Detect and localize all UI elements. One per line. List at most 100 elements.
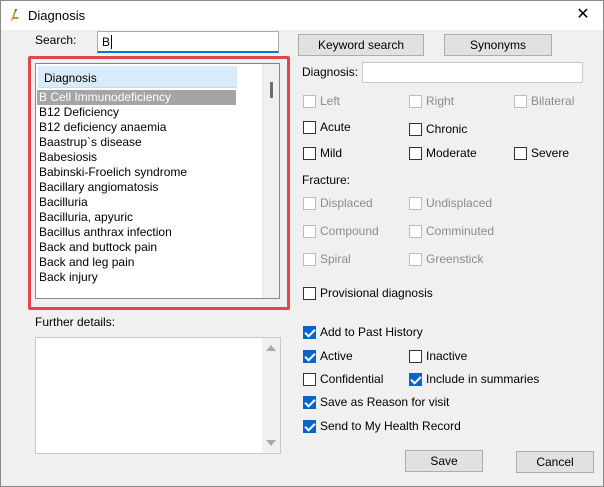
checkbox-box <box>303 224 316 238</box>
list-item[interactable]: Bacillary angiomatosis <box>37 180 239 195</box>
cancel-button[interactable]: Cancel <box>516 451 594 473</box>
checkbox-box <box>409 372 422 386</box>
checkbox-box <box>303 94 316 108</box>
chronic-label: Chronic <box>426 122 468 136</box>
checkbox-box <box>409 146 422 160</box>
diagnosis-field-label: Diagnosis: <box>302 65 359 79</box>
list-scrollbar[interactable] <box>262 64 279 298</box>
confidential-checkbox[interactable]: Confidential <box>303 372 383 386</box>
list-item[interactable]: Back and leg pain <box>37 255 239 270</box>
keyword-search-button[interactable]: Keyword search <box>298 34 424 56</box>
chronic-checkbox[interactable]: Chronic <box>409 122 467 136</box>
checkbox-box <box>303 252 316 266</box>
add-past-history-label: Add to Past History <box>320 325 423 339</box>
checkbox-box <box>303 196 316 210</box>
list-item[interactable]: Back and buttock pain <box>37 240 239 255</box>
scrollbar-thumb[interactable] <box>270 82 273 98</box>
right-label: Right <box>426 94 455 108</box>
text-caret <box>111 35 112 49</box>
checkbox-box <box>514 94 527 108</box>
comminuted-checkbox[interactable]: Comminuted <box>409 224 494 238</box>
checkbox-box <box>409 224 422 238</box>
include-summaries-label: Include in summaries <box>426 372 540 386</box>
list-item[interactable]: Bacilluria <box>37 195 239 210</box>
displaced-label: Displaced <box>320 196 373 210</box>
spiral-checkbox[interactable]: Spiral <box>303 252 351 266</box>
checkbox-box <box>409 94 422 108</box>
provisional-diagnosis-checkbox[interactable]: Provisional diagnosis <box>303 286 433 300</box>
add-to-past-history-checkbox[interactable]: Add to Past History <box>303 325 423 339</box>
moderate-checkbox[interactable]: Moderate <box>409 146 477 160</box>
inactive-label: Inactive <box>426 349 468 363</box>
displaced-checkbox[interactable]: Displaced <box>303 196 373 210</box>
left-label: Left <box>320 94 341 108</box>
undisplaced-checkbox[interactable]: Undisplaced <box>409 196 492 210</box>
list-item[interactable]: Back injury <box>37 270 239 285</box>
provisional-label: Provisional diagnosis <box>320 286 433 300</box>
confidential-label: Confidential <box>320 372 384 386</box>
checkbox-box <box>409 252 422 266</box>
checkbox-box <box>514 146 527 160</box>
list-item[interactable]: Bacilluria, apyuric <box>37 210 239 225</box>
checkbox-box <box>303 395 316 409</box>
checkbox-box <box>303 286 316 300</box>
mild-checkbox[interactable]: Mild <box>303 146 342 160</box>
list-item[interactable]: Bacillus anthrax infection <box>37 225 239 240</box>
diagnosis-dialog: Diagnosis ✕ Search: B Keyword search Syn… <box>0 0 604 487</box>
include-in-summaries-checkbox[interactable]: Include in summaries <box>409 372 539 386</box>
fracture-label: Fracture: <box>302 173 351 187</box>
details-scrollbar[interactable] <box>262 338 280 453</box>
diagnosis-list[interactable]: Diagnosis B Cell Immunodeficiency B12 Def… <box>35 63 280 299</box>
spiral-label: Spiral <box>320 252 351 266</box>
synonyms-button[interactable]: Synonyms <box>444 34 552 56</box>
list-item[interactable]: Baastrup`s disease <box>37 135 239 150</box>
compound-label: Compound <box>320 224 379 238</box>
active-checkbox[interactable]: Active <box>303 349 353 363</box>
scroll-up-arrow-icon[interactable] <box>266 345 276 351</box>
acute-checkbox[interactable]: Acute <box>303 120 351 134</box>
acute-label: Acute <box>320 120 351 134</box>
title-bar: Diagnosis ✕ <box>1 1 603 30</box>
moderate-label: Moderate <box>426 146 477 160</box>
right-checkbox[interactable]: Right <box>409 94 454 108</box>
search-label: Search: <box>35 33 77 47</box>
greenstick-checkbox[interactable]: Greenstick <box>409 252 483 266</box>
further-details-textarea[interactable] <box>35 337 281 454</box>
comminuted-label: Comminuted <box>426 224 495 238</box>
bilateral-label: Bilateral <box>531 94 575 108</box>
checkbox-box <box>303 120 316 134</box>
greenstick-label: Greenstick <box>426 252 484 266</box>
diagnosis-field[interactable] <box>362 62 583 83</box>
scroll-down-arrow-icon[interactable] <box>266 440 276 446</box>
close-icon[interactable]: ✕ <box>573 5 593 25</box>
save-as-reason-checkbox[interactable]: Save as Reason for visit <box>303 395 449 409</box>
app-logo-icon <box>11 9 19 21</box>
severe-label: Severe <box>531 146 570 160</box>
list-rows: B Cell Immunodeficiency B12 Deficiency B12… <box>37 90 239 285</box>
list-item[interactable]: Babinski-Froelich syndrome <box>37 165 239 180</box>
checkbox-box <box>409 122 422 136</box>
search-input-value: B <box>102 35 111 49</box>
search-input[interactable]: B <box>97 31 279 53</box>
list-header-label: Diagnosis <box>44 71 97 85</box>
mild-label: Mild <box>320 146 343 160</box>
left-checkbox[interactable]: Left <box>303 94 340 108</box>
undisplaced-label: Undisplaced <box>426 196 493 210</box>
list-item[interactable]: Babesiosis <box>37 150 239 165</box>
checkbox-box <box>409 196 422 210</box>
save-reason-label: Save as Reason for visit <box>320 395 450 409</box>
severe-checkbox[interactable]: Severe <box>514 146 569 160</box>
checkbox-box <box>303 146 316 160</box>
bilateral-checkbox[interactable]: Bilateral <box>514 94 574 108</box>
list-item[interactable]: B Cell Immunodeficiency <box>37 90 236 105</box>
checkbox-box <box>303 419 316 433</box>
send-to-mhr-checkbox[interactable]: Send to My Health Record <box>303 419 461 433</box>
save-button[interactable]: Save <box>405 450 483 472</box>
list-column-header[interactable]: Diagnosis <box>38 66 237 88</box>
list-item[interactable]: B12 Deficiency <box>37 105 239 120</box>
inactive-checkbox[interactable]: Inactive <box>409 349 467 363</box>
list-item[interactable]: B12 deficiency anaemia <box>37 120 239 135</box>
send-mhr-label: Send to My Health Record <box>320 419 461 433</box>
compound-checkbox[interactable]: Compound <box>303 224 379 238</box>
checkbox-box <box>303 349 316 363</box>
